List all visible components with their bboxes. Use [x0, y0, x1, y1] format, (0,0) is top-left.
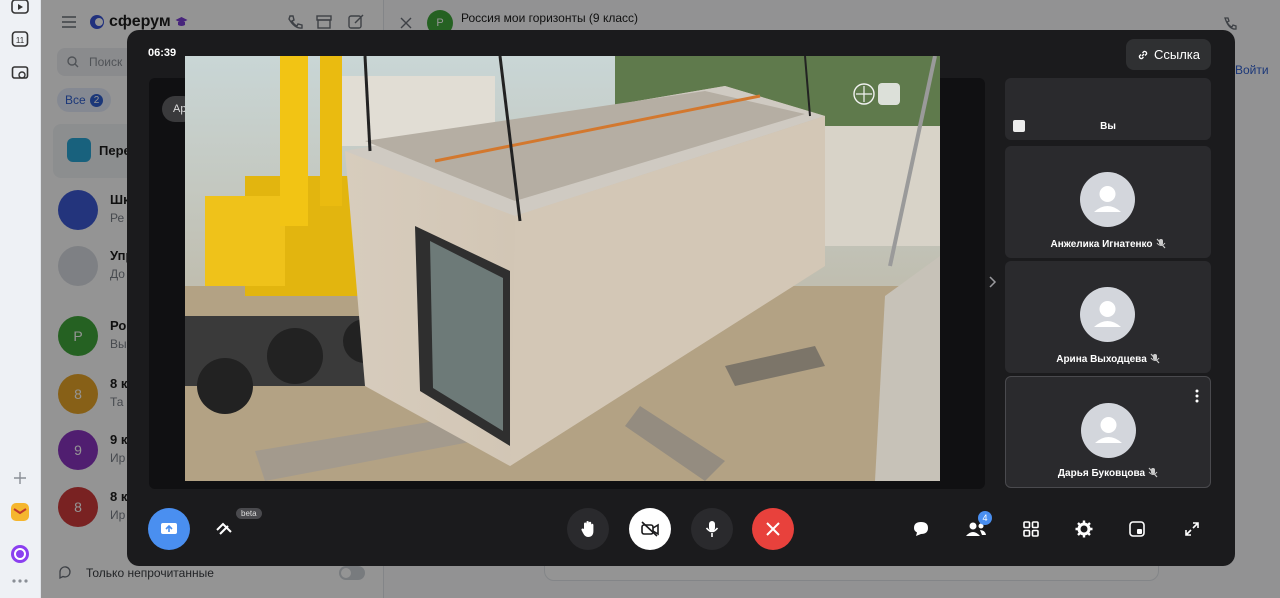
os-taskbar: 11: [0, 0, 41, 598]
microphone-icon: [705, 521, 719, 537]
add-icon[interactable]: [9, 467, 31, 489]
effects-button[interactable]: [211, 516, 237, 542]
expand-icon: [1185, 522, 1199, 536]
raise-hand-button[interactable]: [567, 508, 609, 550]
mail-app-icon[interactable]: [9, 501, 31, 523]
link-button-label: Ссылка: [1153, 47, 1201, 62]
participant-tile[interactable]: Анжелика Игнатенко: [1005, 146, 1211, 258]
calendar-icon[interactable]: 11: [9, 28, 31, 50]
shared-video-frame: [185, 56, 940, 481]
close-icon: [766, 522, 780, 536]
construction-scene-image: [185, 56, 940, 481]
gear-icon: [1075, 520, 1093, 538]
effects-icon: [216, 522, 232, 535]
avatar: [1080, 172, 1135, 227]
video-watermark: [852, 81, 902, 107]
screenshot-icon[interactable]: [9, 62, 31, 84]
mic-muted-icon: [1148, 467, 1158, 478]
participant-name: Вы: [1100, 121, 1116, 132]
picture-in-picture-button[interactable]: [1124, 516, 1150, 542]
participant-name: Дарья Буковцова: [1057, 468, 1146, 479]
link-icon: [1138, 50, 1148, 59]
participant-name: Арина Выходцева: [1056, 354, 1147, 365]
avatar: [1080, 287, 1135, 342]
more-icon[interactable]: [9, 570, 31, 592]
assistant-icon[interactable]: [9, 543, 31, 565]
call-timer: 06:39: [148, 47, 177, 59]
link-button[interactable]: Ссылка: [1126, 39, 1211, 70]
screen-share-icon: [161, 523, 177, 534]
hand-icon: [581, 521, 594, 537]
chat-button[interactable]: [908, 516, 934, 542]
mic-muted-icon: [1150, 353, 1160, 364]
fullscreen-button[interactable]: [1179, 516, 1205, 542]
camera-off-icon: [641, 521, 659, 537]
svg-text:11: 11: [16, 36, 25, 45]
grid-icon: [1023, 521, 1039, 537]
pip-icon: [1129, 521, 1145, 537]
collapse-panel-icon[interactable]: [989, 276, 997, 288]
layout-grid-button[interactable]: [1018, 516, 1044, 542]
settings-button[interactable]: [1071, 516, 1097, 542]
participants-count-badge: 4: [978, 511, 992, 525]
screen-share-button[interactable]: [148, 508, 190, 550]
avatar: [1081, 403, 1136, 458]
camera-toggle-button[interactable]: [629, 508, 671, 550]
end-call-button[interactable]: [752, 508, 794, 550]
media-player-icon[interactable]: [9, 0, 31, 18]
microphone-button[interactable]: [691, 508, 733, 550]
participant-tile[interactable]: Дарья Буковцова: [1005, 376, 1211, 488]
participant-name: Анжелика Игнатенко: [1050, 239, 1153, 250]
beta-badge: beta: [236, 508, 262, 519]
participant-tile[interactable]: Арина Выходцева: [1005, 261, 1211, 373]
mic-muted-icon: [1156, 238, 1165, 249]
tile-menu-icon[interactable]: [1195, 389, 1199, 403]
participant-tile-self[interactable]: Вы: [1005, 78, 1211, 140]
video-call-window: 06:39 Ссылка Ар Вы Анжелика Игнатенко Ар…: [127, 30, 1235, 566]
chat-bubble-icon: [914, 522, 928, 536]
